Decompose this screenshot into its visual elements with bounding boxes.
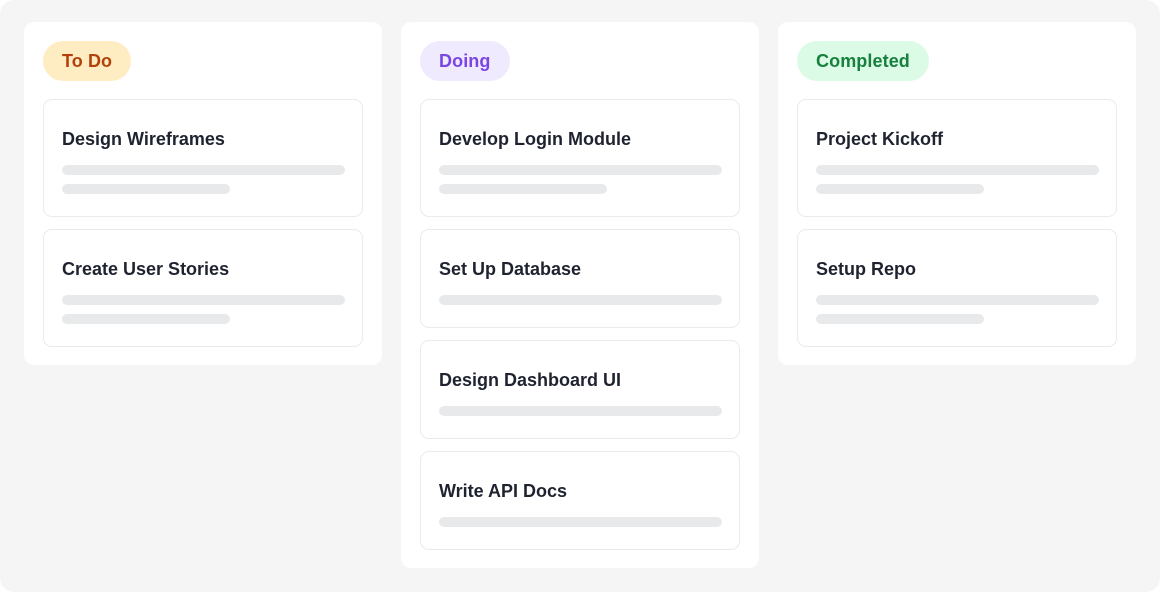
task-card-title: Design Dashboard UI [439,370,622,390]
placeholder-line [439,184,607,194]
task-card-title: Design Wireframes [62,129,225,149]
task-card-design-dashboard-ui[interactable]: Design Dashboard UI [420,340,740,439]
status-badge-todo: To Do [43,41,132,81]
task-card-title: Set Up Database [439,259,582,279]
status-badge-doing: Doing [420,41,510,81]
column-doing: Doing Develop Login Module Set Up Databa… [401,22,759,568]
placeholder-line [439,517,722,527]
task-card-title: Create User Stories [62,259,230,279]
task-card-title: Develop Login Module [439,129,631,149]
card-list-todo: Design Wireframes Create User Stories [43,99,363,347]
task-card-title: Write API Docs [439,481,568,501]
task-card-design-wireframes[interactable]: Design Wireframes [43,99,363,217]
placeholder-line [816,295,1099,305]
card-list-doing: Develop Login Module Set Up Database Des… [420,99,740,550]
task-card-project-kickoff[interactable]: Project Kickoff [797,99,1117,217]
task-card-develop-login-module[interactable]: Develop Login Module [420,99,740,217]
placeholder-line [439,165,722,175]
placeholder-line [816,165,1099,175]
task-card-write-api-docs[interactable]: Write API Docs [420,451,740,550]
status-badge-completed: Completed [797,41,929,81]
column-completed: Completed Project Kickoff Setup Repo [778,22,1136,365]
kanban-board: To Do Design Wireframes Create User Stor… [0,0,1160,592]
placeholder-line [439,295,722,305]
placeholder-line [62,165,345,175]
placeholder-line [62,184,230,194]
column-todo: To Do Design Wireframes Create User Stor… [24,22,382,365]
task-card-set-up-database[interactable]: Set Up Database [420,229,740,328]
task-card-setup-repo[interactable]: Setup Repo [797,229,1117,347]
task-card-create-user-stories[interactable]: Create User Stories [43,229,363,347]
placeholder-line [816,184,984,194]
placeholder-line [62,295,345,305]
task-card-title: Setup Repo [816,259,917,279]
card-list-completed: Project Kickoff Setup Repo [797,99,1117,347]
placeholder-line [62,314,230,324]
task-card-title: Project Kickoff [816,129,944,149]
placeholder-line [816,314,984,324]
placeholder-line [439,406,722,416]
